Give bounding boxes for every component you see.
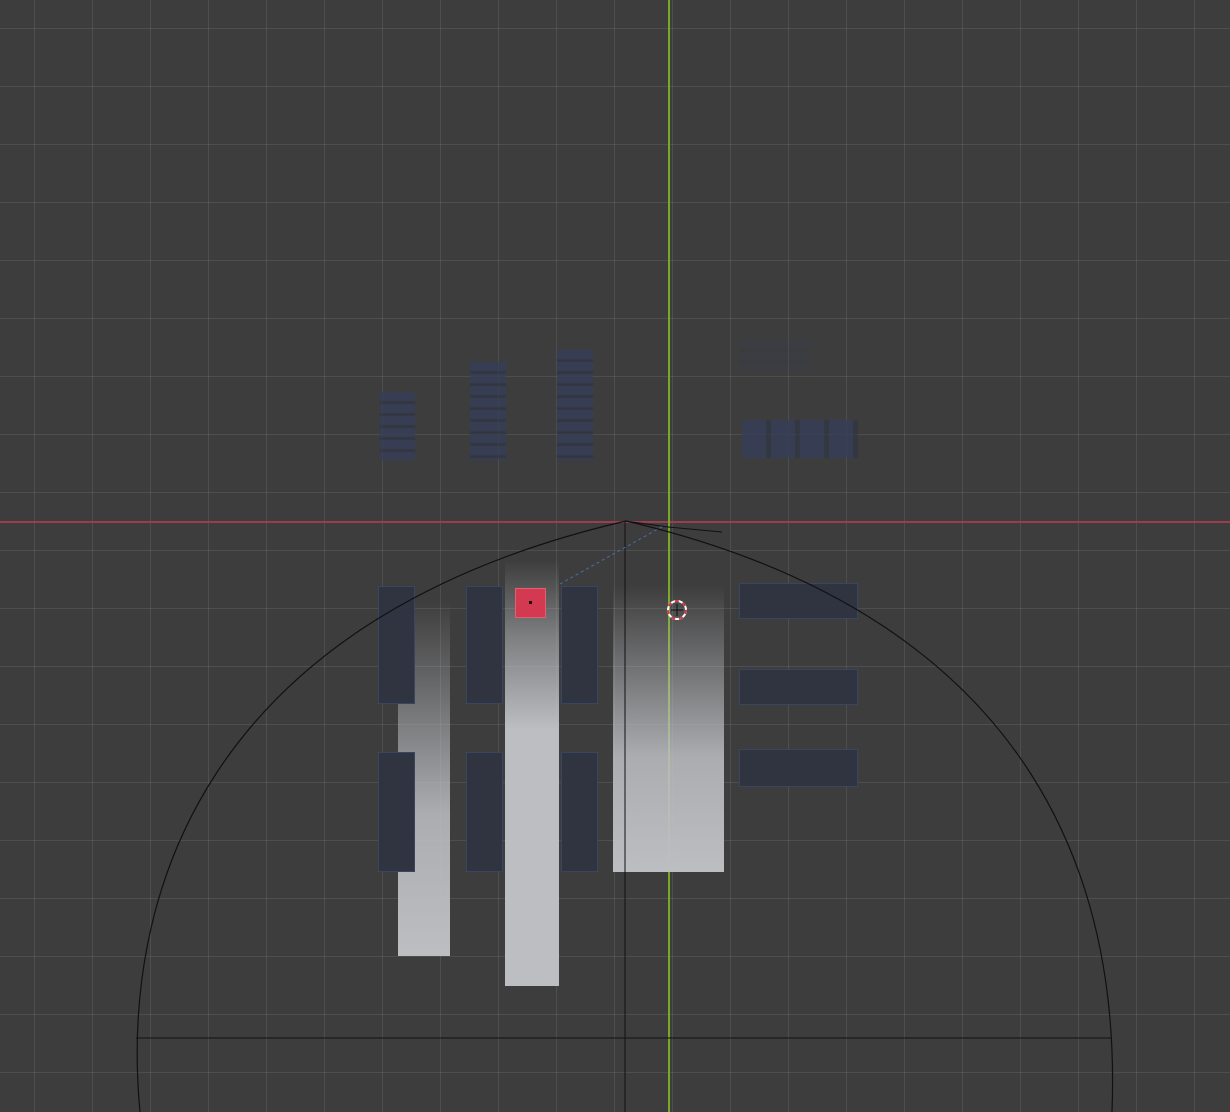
wireframe-diagonal bbox=[667, 526, 723, 533]
3d-cursor-icon[interactable] bbox=[667, 600, 687, 620]
3d-viewport[interactable] bbox=[0, 0, 1230, 1112]
scene-overlay bbox=[136, 520, 1114, 1112]
